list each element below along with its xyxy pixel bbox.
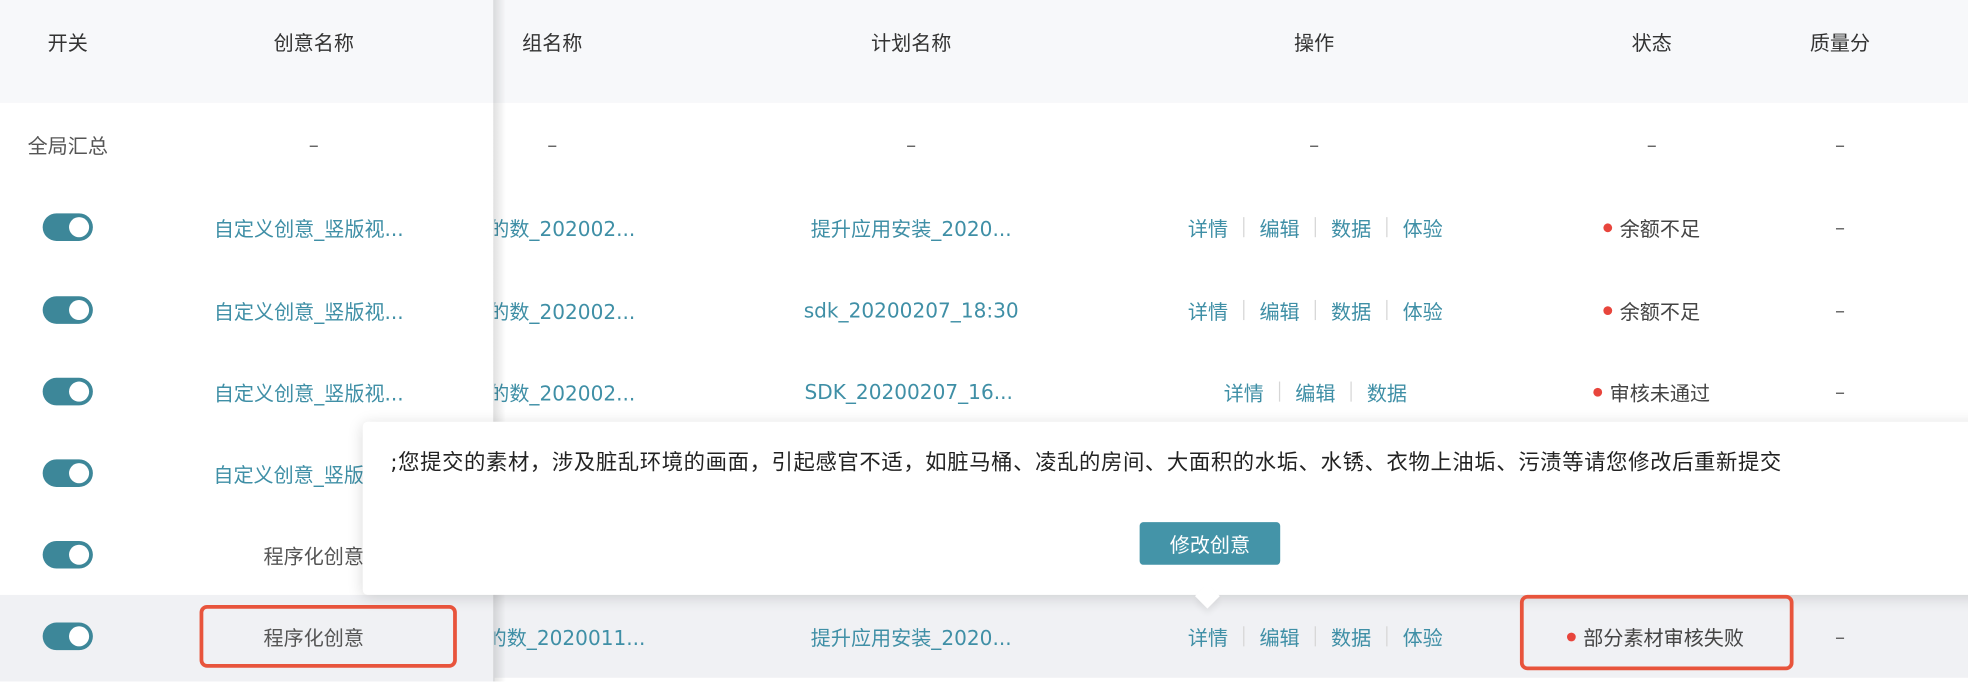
rejection-reason-popover: ;您提交的素材，涉及脏乱环境的画面，引起感官不适，如脏马桶、凌乱的房间、大面积的… (362, 421, 1968, 609)
status-badge: 余额不足 (1603, 269, 1700, 352)
op-edit-link[interactable]: 编辑 (1244, 621, 1314, 651)
column-header-status[interactable]: 状态 (1632, 0, 1672, 83)
table-row-total: – – – – – (495, 103, 1968, 186)
creative-name-link[interactable]: 自定义创意_竖版视... (214, 269, 404, 352)
plan-name-link[interactable]: 提升应用安装_2020... (811, 186, 1012, 269)
quality-score: – (1834, 215, 1845, 240)
status-text: 余额不足 (1619, 299, 1701, 324)
quality-score: – (1834, 624, 1845, 649)
total-group-name: – (547, 132, 558, 157)
status-badge: 余额不足 (1603, 186, 1700, 269)
highlight-creative-name-box (199, 604, 457, 668)
row-operations: 详情 编辑 数据 体验 (1173, 269, 1458, 352)
op-details-link[interactable]: 详情 (1173, 212, 1243, 242)
status-text: 审核未通过 (1609, 381, 1711, 406)
toggle-knob (69, 217, 90, 238)
table-row: 的数_202002... 提升应用安装_2020... 详情 编辑 数据 体验 … (495, 186, 1968, 269)
quality-score: – (1834, 298, 1845, 322)
status-badge: 审核未通过 (1593, 350, 1710, 433)
op-edit-link[interactable]: 编辑 (1280, 377, 1350, 407)
toggle-knob (69, 299, 90, 321)
status-text: 余额不足 (1619, 217, 1701, 241)
op-details-link[interactable]: 详情 (1173, 621, 1243, 651)
status-dot-icon (1603, 305, 1613, 315)
plan-name-link[interactable]: 提升应用安装_2020... (811, 595, 1012, 678)
plan-name-link[interactable]: SDK_20200207_16... (804, 350, 1012, 433)
total-label: 全局汇总 (27, 134, 108, 159)
total-plan-name: – (906, 132, 917, 157)
toggle-knob (69, 544, 90, 565)
status-toggle[interactable] (42, 213, 93, 241)
op-details-link[interactable]: 详情 (1209, 377, 1279, 407)
op-preview-link[interactable]: 体验 (1388, 212, 1458, 242)
toggle-knob (69, 463, 90, 484)
op-data-link[interactable]: 数据 (1316, 212, 1386, 242)
op-details-link[interactable]: 详情 (1173, 295, 1243, 325)
column-header-group-name[interactable]: 组名称 (522, 0, 582, 83)
op-preview-link[interactable]: 体验 (1388, 621, 1458, 651)
status-toggle[interactable] (42, 296, 93, 324)
group-name-link[interactable]: 的数_202002... (495, 269, 636, 352)
op-data-link[interactable]: 数据 (1352, 377, 1422, 407)
status-dot-icon (1603, 222, 1613, 232)
column-header-operations: 操作 (1293, 31, 1335, 56)
group-name-link[interactable]: 的数_202002... (495, 350, 636, 433)
row-operations: 详情 编辑 数据 (1209, 350, 1422, 433)
column-header-plan-name[interactable]: 计划名称 (871, 0, 951, 83)
rejection-reason-text: ;您提交的素材，涉及脏乱环境的画面，引起感官不适，如脏马桶、凌乱的房间、大面积的… (390, 450, 1782, 476)
total-quality: – (1834, 132, 1845, 157)
toggle-knob (69, 381, 90, 402)
creative-name-link[interactable]: 自定义创意_竖版视... (214, 350, 404, 433)
row-operations: 详情 编辑 数据 体验 (1173, 186, 1458, 269)
column-header-quality[interactable]: 质量分 (1810, 0, 1870, 83)
group-name-link[interactable]: 的数_202002... (495, 186, 636, 269)
row-operations: 详情 编辑 数据 体验 (1173, 595, 1458, 678)
group-name-link[interactable]: 的数_2020011... (495, 595, 646, 678)
quality-score: – (1834, 379, 1845, 404)
op-data-link[interactable]: 数据 (1316, 621, 1386, 651)
op-data-link[interactable]: 数据 (1316, 295, 1386, 325)
op-edit-link[interactable]: 编辑 (1244, 295, 1314, 325)
total-status: – (1646, 132, 1657, 157)
creative-name-link[interactable]: 自定义创意_竖版 (213, 432, 364, 515)
op-edit-link[interactable]: 编辑 (1244, 212, 1314, 242)
op-preview-link[interactable]: 体验 (1388, 295, 1458, 325)
highlight-status-box (1519, 594, 1794, 671)
creative-name-link[interactable]: 自定义创意_竖版视... (214, 186, 404, 269)
status-toggle[interactable] (42, 459, 93, 487)
table-row: 的数_202002... SDK_20200207_16... 详情 编辑 数据… (495, 350, 1968, 433)
status-toggle[interactable] (42, 540, 93, 569)
table-row: 的数_202002... sdk_20200207_18:30 详情 编辑 数据… (495, 269, 1968, 352)
total-creative-name: – (308, 132, 319, 157)
plan-name-link[interactable]: sdk_20200207_18:30 (804, 269, 1019, 352)
total-operations: – (1309, 132, 1320, 157)
status-dot-icon (1593, 387, 1603, 396)
creative-table-screen: 组名称 计划名称 操作 状态 质量分 – – – – – 的数_202002..… (0, 0, 1968, 682)
status-toggle[interactable] (42, 377, 93, 406)
modify-creative-button[interactable]: 修改创意 (1139, 522, 1281, 565)
creative-name-text: 程序化创意 (263, 544, 364, 569)
